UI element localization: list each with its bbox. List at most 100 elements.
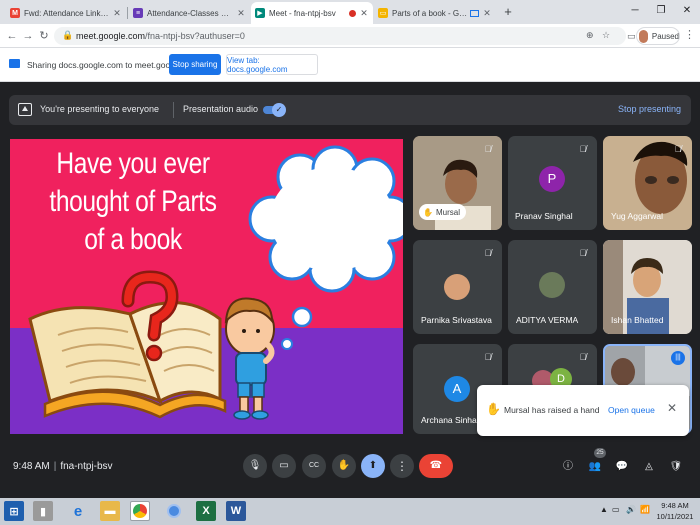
close-icon[interactable]: ✕ — [667, 401, 677, 415]
participant-name: Yug Aggarwal — [611, 211, 663, 221]
open-queue-button[interactable]: Open queue — [608, 405, 655, 415]
captions-icon: CC — [308, 462, 320, 469]
present-now-button[interactable]: ⬆ — [361, 454, 385, 478]
tab-label: Fwd: Attendance Link for III - IV — [24, 8, 109, 18]
tab-label: Attendance-Classes V TO VIII — [147, 8, 233, 18]
chat-icon[interactable]: 💬 — [614, 459, 630, 475]
tray-monitor-icon[interactable]: ▭ — [612, 505, 620, 514]
taskbar-app-button[interactable]: ▮ — [33, 501, 53, 521]
participant-name: Ishan Bhatted — [611, 315, 664, 325]
browser-menu-icon[interactable]: ⋮ — [684, 28, 695, 41]
avatar — [539, 272, 565, 298]
presenting-message: You're presenting to everyone — [40, 104, 159, 114]
hand-icon: ✋ — [486, 402, 501, 416]
excel-button[interactable]: X — [196, 501, 216, 521]
close-window-button[interactable]: ✕ — [674, 0, 700, 24]
activities-icon[interactable]: ◬ — [641, 459, 657, 475]
close-tab-icon[interactable]: ✕ — [112, 8, 122, 19]
participant-tile-ishan[interactable]: Ishan Bhatted — [603, 240, 692, 334]
back-arrow-icon[interactable]: ← — [4, 28, 20, 44]
lock-icon: 🔒 — [62, 30, 74, 40]
stop-presenting-button[interactable]: Stop presenting — [618, 104, 681, 114]
bookmark-star-icon[interactable]: ☆ — [602, 30, 610, 41]
word-icon: W — [230, 505, 242, 517]
profile-status: Paused — [651, 31, 679, 41]
captions-button[interactable]: CC — [302, 454, 326, 478]
tab-sharing-icon — [470, 9, 479, 17]
participant-name: Archana Sinha — [421, 415, 477, 425]
presentation-audio-toggle[interactable]: ✓ — [263, 103, 286, 117]
hand-icon: ✋ — [423, 207, 433, 217]
omnibox[interactable]: 🔒 meet.google.com/fna-ntpj-bsv?authuser=… — [54, 27, 626, 45]
word-button[interactable]: W — [226, 501, 246, 521]
google-forms-icon: ≡ — [133, 8, 143, 18]
tab-forms[interactable]: ≡ Attendance-Classes V TO VIII ✕ — [129, 2, 250, 24]
mic-off-icon: 🎙̸ — [484, 248, 492, 258]
mic-off-icon: 🎙̸ — [674, 144, 682, 154]
speaking-indicator-icon: ||| — [671, 351, 685, 365]
system-clock[interactable]: 9:48 AM 10/11/2021 — [655, 500, 695, 522]
close-tab-icon[interactable]: ✕ — [482, 8, 492, 19]
close-tab-icon[interactable]: ✕ — [359, 8, 369, 19]
minimize-button[interactable]: ─ — [622, 0, 648, 24]
zoom-icon[interactable]: ⊕ — [586, 30, 594, 41]
present-screen-icon: ⬆ — [368, 460, 378, 471]
participant-tile-parnika[interactable]: 🎙̸ Parnika Srivastava — [413, 240, 502, 334]
participant-tile-aditya[interactable]: 🎙̸ ADITYA VERMA — [508, 240, 597, 334]
check-icon: ✓ — [272, 103, 286, 117]
internet-explorer-icon: e — [73, 502, 83, 520]
avatar — [444, 274, 470, 300]
cast-icon[interactable]: ▭ — [627, 31, 636, 42]
leave-call-button[interactable]: ☎ — [419, 454, 453, 478]
mic-off-icon: 🎙̸ — [579, 352, 587, 362]
tab-gmail[interactable]: M Fwd: Attendance Link for III - IV ✕ — [6, 2, 126, 24]
raised-hand-notification: ✋ Mursal has raised a hand Open queue ✕ — [477, 385, 689, 436]
forward-arrow-icon[interactable]: → — [20, 28, 36, 44]
presentation-slide: Have you ever thought of Parts of a book — [10, 139, 403, 434]
more-vertical-icon: ⋮ — [396, 459, 408, 473]
gmail-icon: M — [10, 8, 20, 18]
chrome-icon — [133, 504, 147, 518]
browser-tab-strip: M Fwd: Attendance Link for III - IV ✕ ≡ … — [0, 0, 700, 24]
profile-button[interactable]: Paused — [636, 27, 680, 45]
start-button[interactable]: ⊞ — [4, 501, 24, 521]
avatar: P — [539, 166, 565, 192]
raised-hand-chip: ✋ Mursal — [419, 204, 466, 220]
volume-icon[interactable]: 🔊 — [626, 505, 636, 514]
mic-off-icon: 🎙̸ — [579, 248, 587, 258]
participant-tile-mursal[interactable]: 🎙̸ ✋ Mursal — [413, 136, 502, 230]
camera-button[interactable]: ▭ — [272, 454, 296, 478]
raise-hand-button[interactable]: ✋ — [332, 454, 356, 478]
internet-explorer-button[interactable]: e — [68, 501, 88, 521]
meeting-details: 9:48 AM | fna-ntpj-bsv — [13, 461, 113, 472]
sharing-infobar: Sharing docs.google.com to meet.google.c… — [0, 48, 700, 82]
participant-tile-pranav[interactable]: 🎙̸ P Pranav Singhal — [508, 136, 597, 230]
tab-meet[interactable]: ▶ Meet - fna-ntpj-bsv ✕ — [251, 2, 373, 24]
network-icon[interactable]: 📶 — [640, 505, 650, 514]
tray-up-arrow-icon[interactable]: ▲ — [600, 505, 608, 514]
windows-taskbar: ⊞ ▮ e ▬ X W ▲ ▭ 🔊 📶 9:48 AM 10/11/2021 — [0, 498, 700, 525]
restore-button[interactable]: ❐ — [648, 0, 674, 24]
chrome-taskbar-button[interactable] — [130, 501, 150, 521]
host-controls-icon[interactable]: 🛡 — [668, 459, 684, 475]
browser-icon — [167, 504, 181, 518]
meeting-time: 9:48 AM — [13, 461, 50, 472]
url-text[interactable]: meet.google.com/fna-ntpj-bsv?authuser=0 — [76, 31, 245, 41]
meeting-info-icon[interactable]: ⓘ — [560, 459, 576, 475]
presenting-banner: You're presenting to everyone Presentati… — [9, 95, 691, 125]
more-options-button[interactable]: ⋮ — [390, 454, 414, 478]
url-host: meet.google.com — [76, 31, 146, 41]
reload-icon[interactable]: ↻ — [36, 28, 52, 44]
chrome-canary-button[interactable] — [164, 501, 184, 521]
new-tab-button[interactable]: + — [500, 4, 516, 20]
url-path: /fna-ntpj-bsv?authuser=0 — [145, 31, 245, 41]
file-explorer-button[interactable]: ▬ — [100, 501, 120, 521]
stop-sharing-button[interactable]: Stop sharing — [169, 54, 221, 75]
participant-tile-yug[interactable]: 🎙̸ Yug Aggarwal — [603, 136, 692, 230]
avatar — [639, 29, 648, 43]
view-tab-button[interactable]: View tab: docs.google.com — [226, 54, 318, 75]
people-icon[interactable]: 👥 — [587, 459, 603, 475]
close-tab-icon[interactable]: ✕ — [236, 8, 246, 19]
microphone-button[interactable]: 🎙 — [243, 454, 267, 478]
tab-slides[interactable]: ▭ Parts of a book - Google Sli ✕ — [374, 2, 496, 24]
